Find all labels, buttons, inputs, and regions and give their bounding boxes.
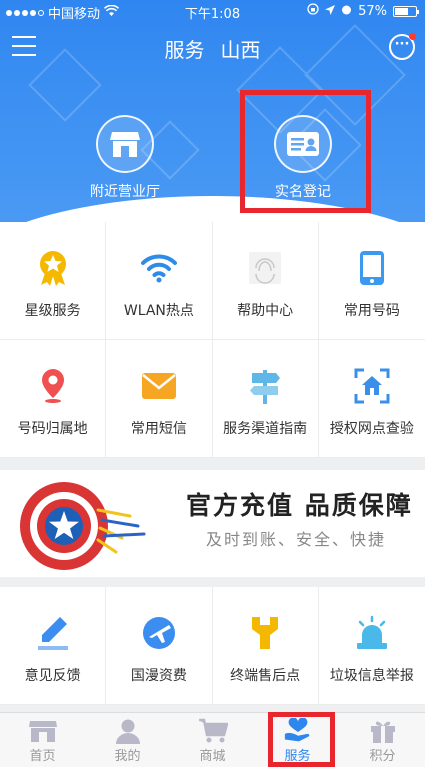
page-title: 服务 山西 <box>0 34 425 63</box>
location-arrow-icon <box>325 4 336 19</box>
battery-percent: 57% <box>358 3 387 19</box>
status-bar: 中国移动 下午1:08 57% <box>0 0 425 22</box>
help-center-label: 帮助中心 <box>237 303 294 319</box>
channel-guide-item[interactable]: 服务渠道指南 <box>212 340 319 458</box>
unread-dot <box>409 33 416 40</box>
recharge-banner[interactable]: 官方充值 品质保障 及时到账、安全、快捷 <box>0 470 425 577</box>
common-numbers-label: 常用号码 <box>343 303 400 319</box>
banner-title: 官方充值 品质保障 <box>186 491 413 520</box>
highlight-frame-register <box>240 90 371 213</box>
common-sms-item[interactable]: 常用短信 <box>106 340 213 458</box>
wifi-icon <box>139 248 179 288</box>
wlan-hotspot-label: WLAN热点 <box>123 303 194 319</box>
service-grid-primary: 星级服务 WLAN热点 帮助中心 常用号码 号码归属地 常用短信 服务渠道指南 … <box>0 222 425 458</box>
tab-mine[interactable]: 我的 <box>85 713 170 767</box>
tab-points[interactable]: 积分 <box>340 713 425 767</box>
home-icon <box>28 718 58 744</box>
message-icon[interactable]: ··· <box>389 33 416 60</box>
user-icon <box>113 718 143 744</box>
tab-mall[interactable]: 商城 <box>170 713 255 767</box>
battery-icon <box>393 5 419 17</box>
help-center-item[interactable]: 帮助中心 <box>212 222 319 340</box>
nearby-store-button[interactable]: 附近营业厅 <box>65 115 185 201</box>
number-location-item[interactable]: 号码归属地 <box>0 340 107 458</box>
star-medal-icon <box>33 248 73 288</box>
title-text: 服务 <box>164 38 205 62</box>
nav-bar: 服务 山西 ··· <box>0 22 425 74</box>
signpost-icon <box>245 366 285 406</box>
tab-home-label: 首页 <box>29 749 56 764</box>
location-pin-icon <box>33 366 73 406</box>
spam-report-label: 垃圾信息举报 <box>329 668 414 684</box>
channel-guide-label: 服务渠道指南 <box>223 421 308 437</box>
home-scan-icon <box>352 366 392 406</box>
store-icon <box>96 115 154 173</box>
tab-mine-label: 我的 <box>114 749 141 764</box>
tab-home[interactable]: 首页 <box>0 713 85 767</box>
phone-icon <box>352 248 392 288</box>
cart-icon <box>198 718 228 744</box>
common-numbers-item[interactable]: 常用号码 <box>318 222 425 340</box>
target-shield-icon <box>20 482 146 570</box>
help-center-icon <box>245 248 285 288</box>
tab-points-label: 积分 <box>369 749 396 764</box>
envelope-icon <box>139 366 179 406</box>
alarm-clock-icon <box>341 4 352 19</box>
wrench-icon <box>245 613 285 653</box>
roaming-rates-item[interactable]: 国漫资费 <box>106 587 213 705</box>
gift-icon <box>368 718 398 744</box>
city-selector[interactable]: 山西 <box>221 38 261 62</box>
star-service-item[interactable]: 星级服务 <box>0 222 107 340</box>
wlan-hotspot-item[interactable]: WLAN热点 <box>106 222 213 340</box>
after-sales-item[interactable]: 终端售后点 <box>212 587 319 705</box>
banner-subtitle: 及时到账、安全、快捷 <box>206 530 387 549</box>
nearby-store-label: 附近营业厅 <box>90 184 160 200</box>
tab-bar: 首页 我的 商城 服务 积分 <box>0 712 425 767</box>
tab-mall-label: 商城 <box>199 749 226 764</box>
feedback-label: 意见反馈 <box>24 668 81 684</box>
feedback-item[interactable]: 意见反馈 <box>0 587 107 705</box>
lock-rotation-icon <box>307 3 319 19</box>
common-sms-label: 常用短信 <box>130 421 187 437</box>
highlight-frame-service-tab <box>268 712 335 767</box>
number-location-label: 号码归属地 <box>17 421 88 437</box>
star-service-label: 星级服务 <box>24 303 81 319</box>
roaming-rates-label: 国漫资费 <box>130 668 187 684</box>
after-sales-label: 终端售后点 <box>230 668 301 684</box>
plane-globe-icon <box>139 613 179 653</box>
spam-report-item[interactable]: 垃圾信息举报 <box>318 587 425 705</box>
outlet-verify-item[interactable]: 授权网点查验 <box>318 340 425 458</box>
pencil-icon <box>33 613 73 653</box>
service-grid-secondary: 意见反馈 国漫资费 终端售后点 垃圾信息举报 <box>0 587 425 705</box>
alarm-icon <box>352 613 392 653</box>
outlet-verify-label: 授权网点查验 <box>329 421 414 437</box>
